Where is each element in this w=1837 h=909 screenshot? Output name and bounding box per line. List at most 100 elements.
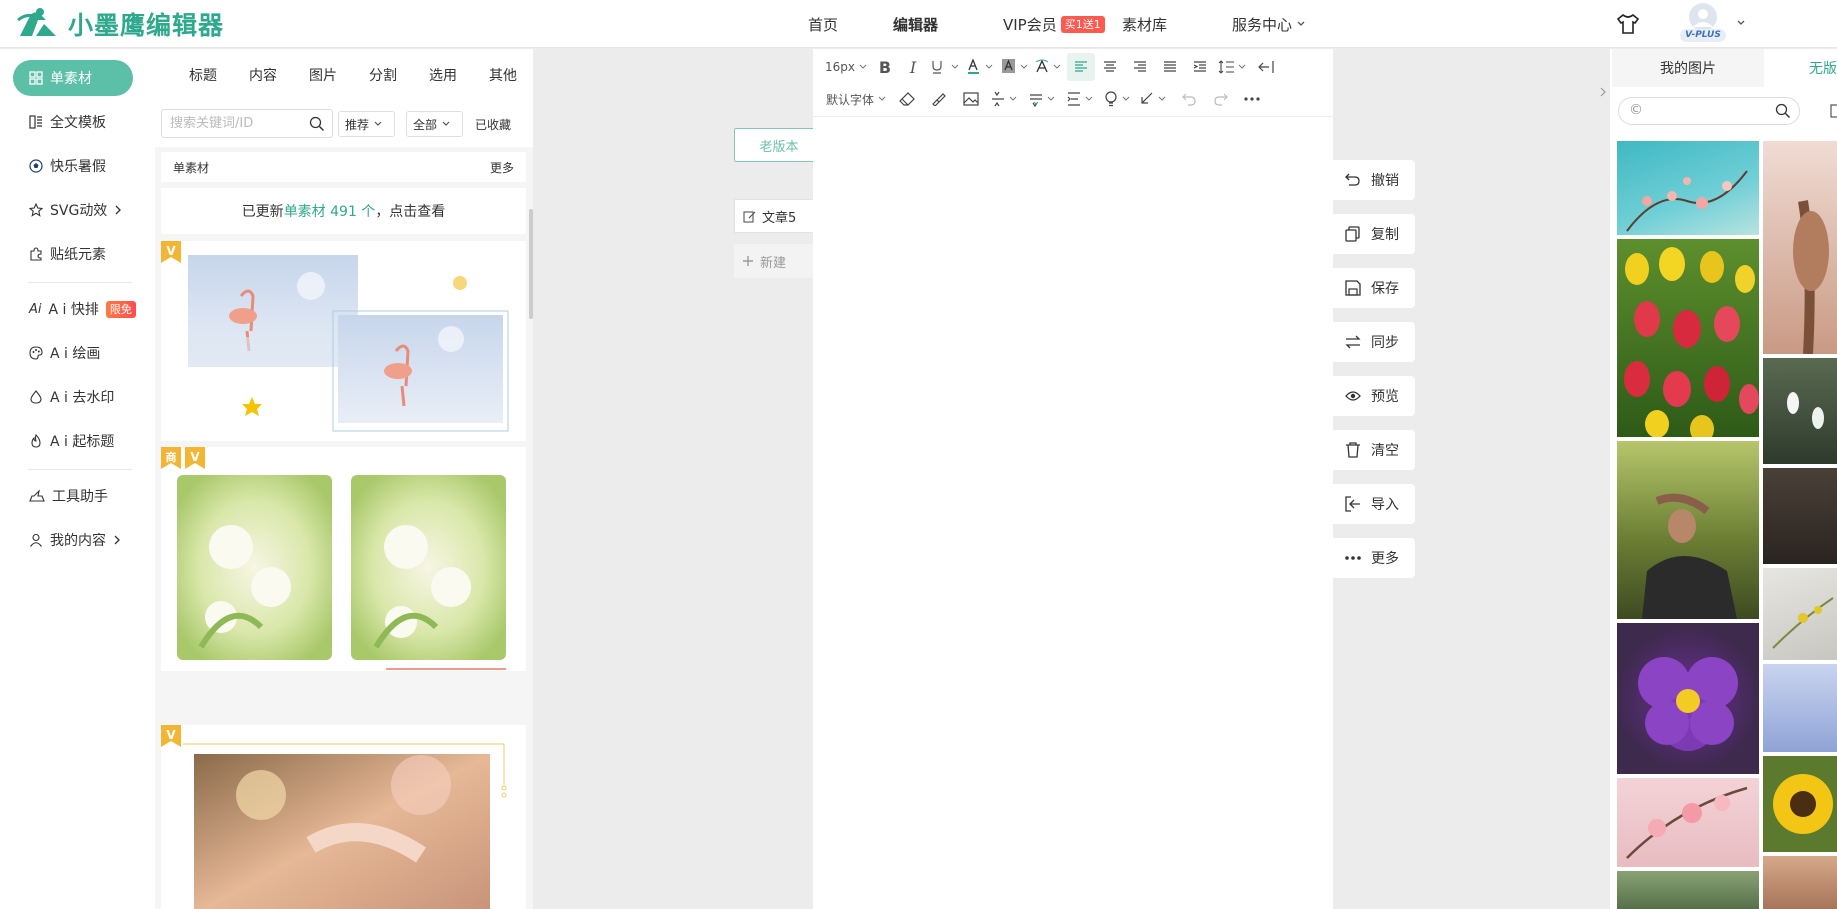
- tab-copyright-free[interactable]: 无版: [1764, 49, 1837, 87]
- sidebar-item-single-material[interactable]: 单素材: [13, 60, 133, 96]
- more-button[interactable]: 更多: [1333, 538, 1415, 578]
- copy-button[interactable]: 复制: [1333, 214, 1415, 254]
- divider-line-icon[interactable]: [987, 85, 1025, 113]
- image-tile[interactable]: [1617, 778, 1759, 867]
- eraser-icon[interactable]: [891, 85, 923, 113]
- undo-icon[interactable]: [1173, 85, 1205, 113]
- document-name: 文章5: [762, 210, 797, 226]
- sidebar-item-ai-paint[interactable]: A i 绘画: [13, 335, 133, 371]
- highlight-icon[interactable]: [999, 53, 1033, 81]
- sort-dropdown[interactable]: 推荐: [338, 111, 395, 137]
- collapse-right-panel[interactable]: [1595, 78, 1610, 106]
- sidebar-item-ai-layout[interactable]: Ai A i 快排 限免: [13, 291, 136, 327]
- collapse-toolbar-icon[interactable]: [1251, 53, 1281, 81]
- undo-button[interactable]: 撤销: [1333, 160, 1415, 200]
- sync-button[interactable]: 同步: [1333, 322, 1415, 362]
- font-color-icon[interactable]: [965, 53, 999, 81]
- bold-icon[interactable]: B: [871, 53, 899, 81]
- sidebar-item-my-content[interactable]: 我的内容: [13, 522, 133, 558]
- spacing-icon[interactable]: [1063, 85, 1101, 113]
- more-dots-icon[interactable]: [1237, 85, 1267, 113]
- tab-title[interactable]: 标题: [173, 65, 233, 85]
- tab-other[interactable]: 其他: [473, 65, 533, 85]
- material-card[interactable]: 商 V: [161, 447, 526, 671]
- image-tile[interactable]: [1763, 568, 1837, 660]
- tshirt-icon[interactable]: [1616, 13, 1640, 35]
- sidebar-item-ai-watermark[interactable]: A i 去水印: [13, 379, 133, 415]
- tab-divider[interactable]: 分割: [353, 65, 413, 85]
- bulb-icon[interactable]: [1101, 85, 1137, 113]
- sidebar-item-stickers[interactable]: 贴纸元素: [13, 236, 133, 272]
- save-button[interactable]: 保存: [1333, 268, 1415, 308]
- clear-button[interactable]: 清空: [1333, 430, 1415, 470]
- image-tile[interactable]: [1763, 358, 1837, 464]
- redo-icon[interactable]: [1205, 85, 1237, 113]
- nav-editor[interactable]: 编辑器: [893, 14, 938, 35]
- image-tile[interactable]: [1617, 239, 1759, 437]
- image-tile[interactable]: [1763, 141, 1837, 354]
- update-count-link[interactable]: 单素材 491 个: [284, 201, 376, 221]
- sidebar-item-label: A i 去水印: [50, 390, 115, 406]
- sidebar-item-tools[interactable]: 工具助手: [13, 478, 133, 514]
- sidebar-item-full-template[interactable]: 全文模板: [13, 104, 133, 140]
- image-search-input[interactable]: ©: [1618, 97, 1800, 125]
- sidebar-item-svg-effects[interactable]: SVG动效: [13, 192, 133, 228]
- align-justify-icon[interactable]: [1155, 53, 1185, 81]
- document-item[interactable]: 文章5: [734, 199, 814, 233]
- preview-button[interactable]: 预览: [1333, 376, 1415, 416]
- align-center-icon[interactable]: [1095, 53, 1125, 81]
- image-tile[interactable]: [1617, 141, 1759, 235]
- scope-dropdown[interactable]: 全部: [406, 111, 463, 137]
- tab-my-images[interactable]: 我的图片: [1612, 49, 1764, 87]
- search-input[interactable]: [162, 110, 302, 137]
- nav-home[interactable]: 首页: [808, 14, 838, 35]
- image-tile[interactable]: [1763, 468, 1837, 564]
- image-tile[interactable]: [1617, 871, 1759, 909]
- filter-icon[interactable]: [1830, 103, 1837, 119]
- nav-service[interactable]: 服务中心: [1232, 14, 1306, 35]
- old-version-button[interactable]: 老版本: [734, 128, 824, 162]
- image-tile[interactable]: [1617, 623, 1759, 774]
- font-size-select[interactable]: 16px: [821, 53, 871, 81]
- material-card[interactable]: V: [161, 241, 526, 441]
- format-brush-icon[interactable]: [923, 85, 955, 113]
- new-document-button[interactable]: 新建: [734, 244, 814, 278]
- arrow-dl-icon[interactable]: [1137, 85, 1173, 113]
- avatar[interactable]: V-PLUS: [1676, 2, 1730, 44]
- tab-image[interactable]: 图片: [293, 65, 353, 85]
- brand-logo[interactable]: 小墨鹰编辑器: [16, 6, 224, 42]
- image-tile[interactable]: [1763, 856, 1837, 909]
- image-tile[interactable]: [1617, 441, 1759, 619]
- sidebar-item-label: 单素材: [50, 71, 92, 87]
- favorites-link[interactable]: 已收藏: [475, 116, 511, 133]
- editor-canvas[interactable]: 16px B I 默认字体: [813, 49, 1333, 909]
- search-icon[interactable]: [309, 116, 325, 132]
- font-family-select[interactable]: 默认字体: [821, 85, 891, 113]
- underline-icon[interactable]: [927, 53, 965, 81]
- free-badge: 限免: [105, 300, 136, 318]
- align-right-icon[interactable]: [1125, 53, 1155, 81]
- sidebar-item-ai-title[interactable]: A i 起标题: [13, 423, 133, 459]
- image-tile[interactable]: [1763, 664, 1837, 752]
- import-button[interactable]: 导入: [1333, 484, 1415, 524]
- undo-label: 撤销: [1371, 173, 1399, 189]
- search-icon[interactable]: [1775, 103, 1791, 119]
- nav-library[interactable]: 素材库: [1122, 14, 1167, 35]
- tab-selection[interactable]: 选用: [413, 65, 473, 85]
- italic-icon[interactable]: I: [899, 53, 927, 81]
- tab-content[interactable]: 内容: [233, 65, 293, 85]
- chevron-down-icon[interactable]: [1736, 18, 1746, 28]
- indent-icon[interactable]: [1185, 53, 1215, 81]
- text-effect-icon[interactable]: [1033, 53, 1067, 81]
- align-left-icon[interactable]: [1067, 53, 1095, 81]
- blossom-image: [1626, 170, 1748, 232]
- image-tile[interactable]: [1763, 756, 1837, 852]
- more-link[interactable]: 更多: [490, 159, 514, 176]
- update-notice[interactable]: 已更新 单素材 491 个 ，点击查看: [161, 188, 526, 234]
- strikethrough-icon[interactable]: [1025, 85, 1063, 113]
- line-height-icon[interactable]: [1215, 53, 1251, 81]
- sidebar-item-summer[interactable]: 快乐暑假: [13, 148, 133, 184]
- nav-vip[interactable]: VIP会员 买1送1: [1003, 14, 1105, 35]
- image-icon[interactable]: [955, 85, 987, 113]
- material-card[interactable]: V: [161, 725, 526, 909]
